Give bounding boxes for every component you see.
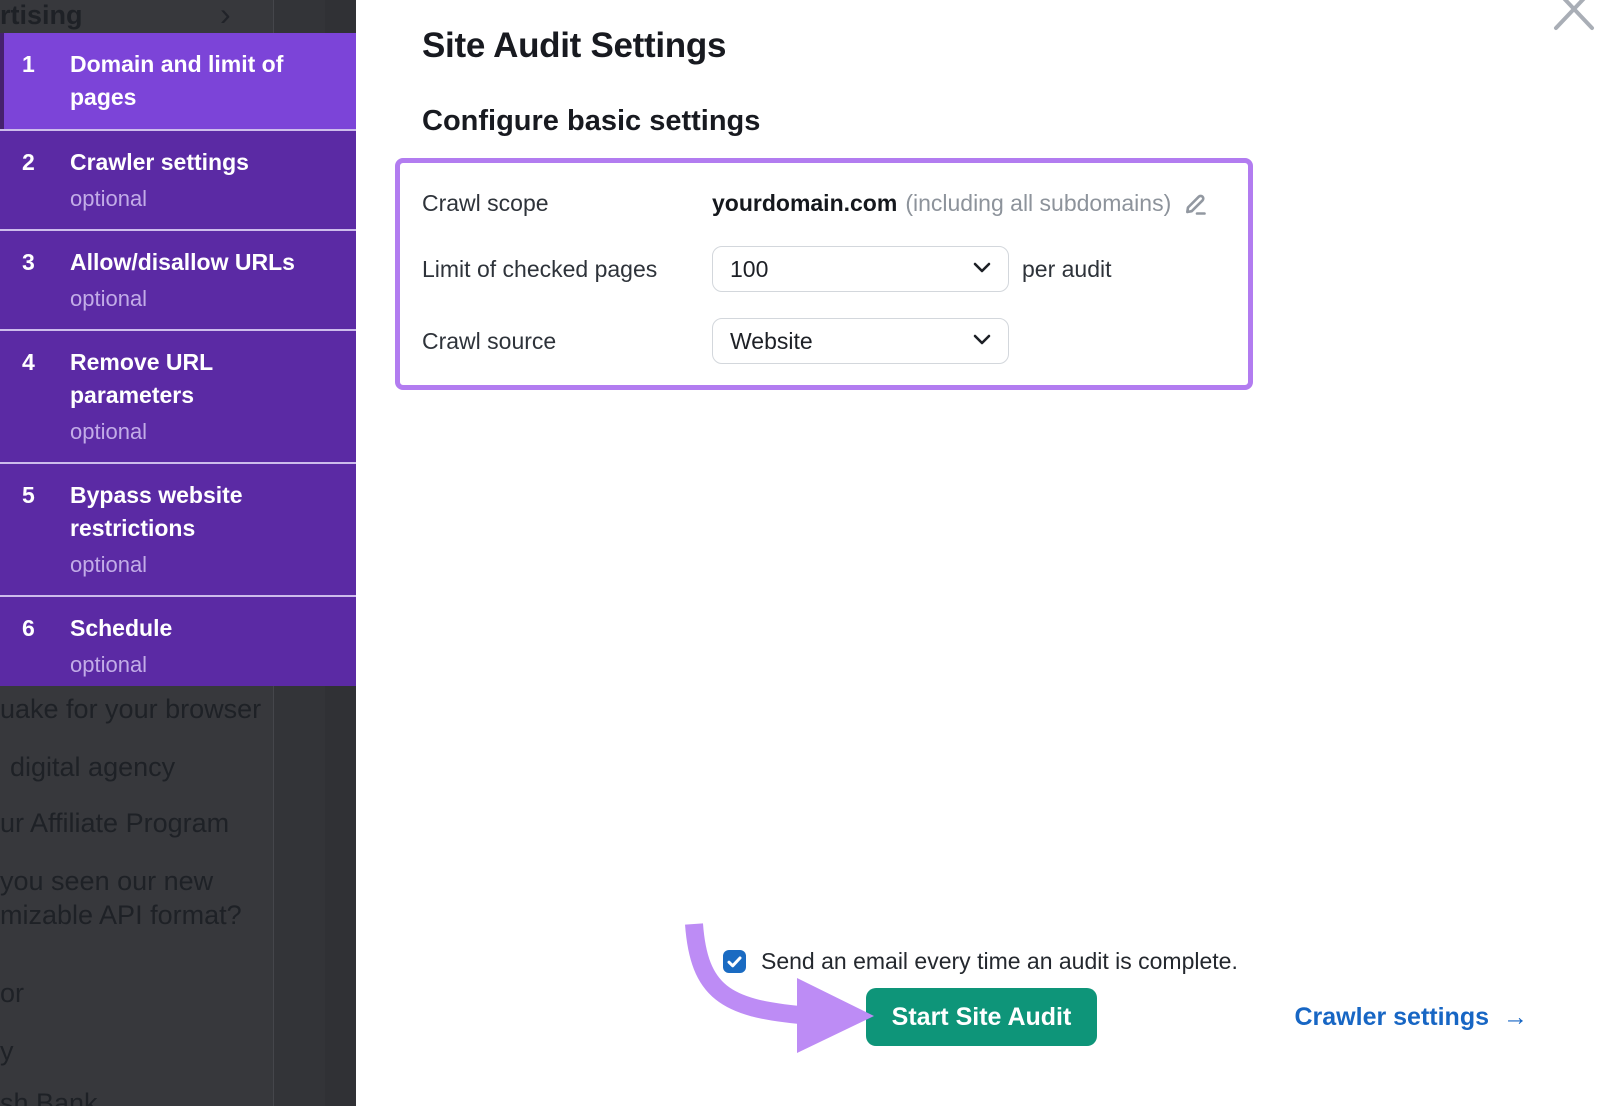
section-heading: Configure basic settings: [422, 105, 760, 138]
chevron-down-icon: [973, 332, 991, 350]
close-icon[interactable]: [1544, 0, 1600, 42]
step-remove-url-parameters[interactable]: 4 Remove URL parameters optional: [0, 329, 356, 462]
step-optional-label: optional: [70, 417, 320, 447]
chevron-right-icon: ›: [220, 0, 231, 33]
background-text: digital agency: [10, 752, 175, 783]
email-notification-row: Send an email every time an audit is com…: [723, 948, 1238, 975]
step-title: Allow/disallow URLs: [70, 246, 295, 279]
email-notification-checkbox[interactable]: [723, 950, 746, 973]
start-site-audit-button[interactable]: Start Site Audit: [866, 988, 1097, 1046]
step-title: Domain and limit of pages: [70, 48, 320, 114]
background-text: uake for your browser: [0, 694, 261, 725]
chevron-down-icon: [973, 260, 991, 278]
crawl-source-select[interactable]: Website: [712, 318, 1009, 364]
crawl-scope-row: Crawl scope yourdomain.com (including al…: [422, 180, 1232, 226]
edit-pencil-icon[interactable]: [1181, 189, 1209, 217]
background-text: ur Affiliate Program: [0, 808, 229, 839]
step-number: 5: [22, 479, 56, 580]
step-optional-label: optional: [70, 284, 295, 314]
step-domain-and-limit[interactable]: 1 Domain and limit of pages: [0, 33, 356, 129]
background-text: sh Bank: [0, 1088, 98, 1106]
background-text: you seen our new: [0, 866, 213, 897]
step-title: Crawler settings: [70, 146, 249, 179]
crawl-source-selected-value: Website: [730, 328, 813, 355]
email-notification-label: Send an email every time an audit is com…: [761, 948, 1238, 975]
background-text: y: [0, 1036, 14, 1067]
step-number: 1: [22, 48, 56, 114]
crawler-settings-link-label: Crawler settings: [1294, 1003, 1489, 1032]
crawl-source-row: Crawl source Website: [422, 318, 1232, 364]
background-text: mizable API format?: [0, 900, 242, 931]
crawl-source-label: Crawl source: [422, 328, 712, 355]
limit-of-checked-pages-select[interactable]: 100: [712, 246, 1009, 292]
limit-selected-value: 100: [730, 256, 768, 283]
step-title: Schedule: [70, 612, 172, 645]
basic-settings-highlight-box: Crawl scope yourdomain.com (including al…: [395, 158, 1253, 390]
limit-label: Limit of checked pages: [422, 256, 712, 283]
step-number: 4: [22, 346, 56, 447]
background-text: or: [0, 978, 24, 1009]
step-title: Remove URL parameters: [70, 346, 320, 412]
step-optional-label: optional: [70, 184, 249, 214]
step-optional-label: optional: [70, 650, 172, 680]
step-number: 2: [22, 146, 56, 214]
step-number: 6: [22, 612, 56, 680]
crawl-scope-label: Crawl scope: [422, 190, 712, 217]
step-title: Bypass website restrictions: [70, 479, 320, 545]
step-bypass-website-restrictions[interactable]: 5 Bypass website restrictions optional: [0, 462, 356, 595]
background-nav-item-partial: rtising: [0, 0, 83, 31]
step-number: 3: [22, 246, 56, 314]
step-allow-disallow-urls[interactable]: 3 Allow/disallow URLs optional: [0, 229, 356, 329]
site-audit-settings-modal: Site Audit Settings Configure basic sett…: [356, 0, 1600, 1106]
page-title: Site Audit Settings: [422, 26, 726, 66]
step-crawler-settings[interactable]: 2 Crawler settings optional: [0, 129, 356, 229]
crawl-scope-value: yourdomain.com: [712, 190, 897, 217]
step-optional-label: optional: [70, 550, 320, 580]
arrow-right-icon: →: [1503, 1003, 1528, 1032]
per-audit-label: per audit: [1022, 256, 1112, 283]
step-schedule[interactable]: 6 Schedule optional: [0, 595, 356, 686]
crawl-scope-note: (including all subdomains): [905, 190, 1171, 217]
crawler-settings-link[interactable]: Crawler settings →: [1294, 1003, 1528, 1032]
site-audit-settings-screen: rtising › uake for your browser digital …: [0, 0, 1600, 1106]
wizard-steps-panel: 1 Domain and limit of pages 2 Crawler se…: [0, 33, 356, 686]
limit-of-checked-pages-row: Limit of checked pages 100 per audit: [422, 246, 1232, 292]
